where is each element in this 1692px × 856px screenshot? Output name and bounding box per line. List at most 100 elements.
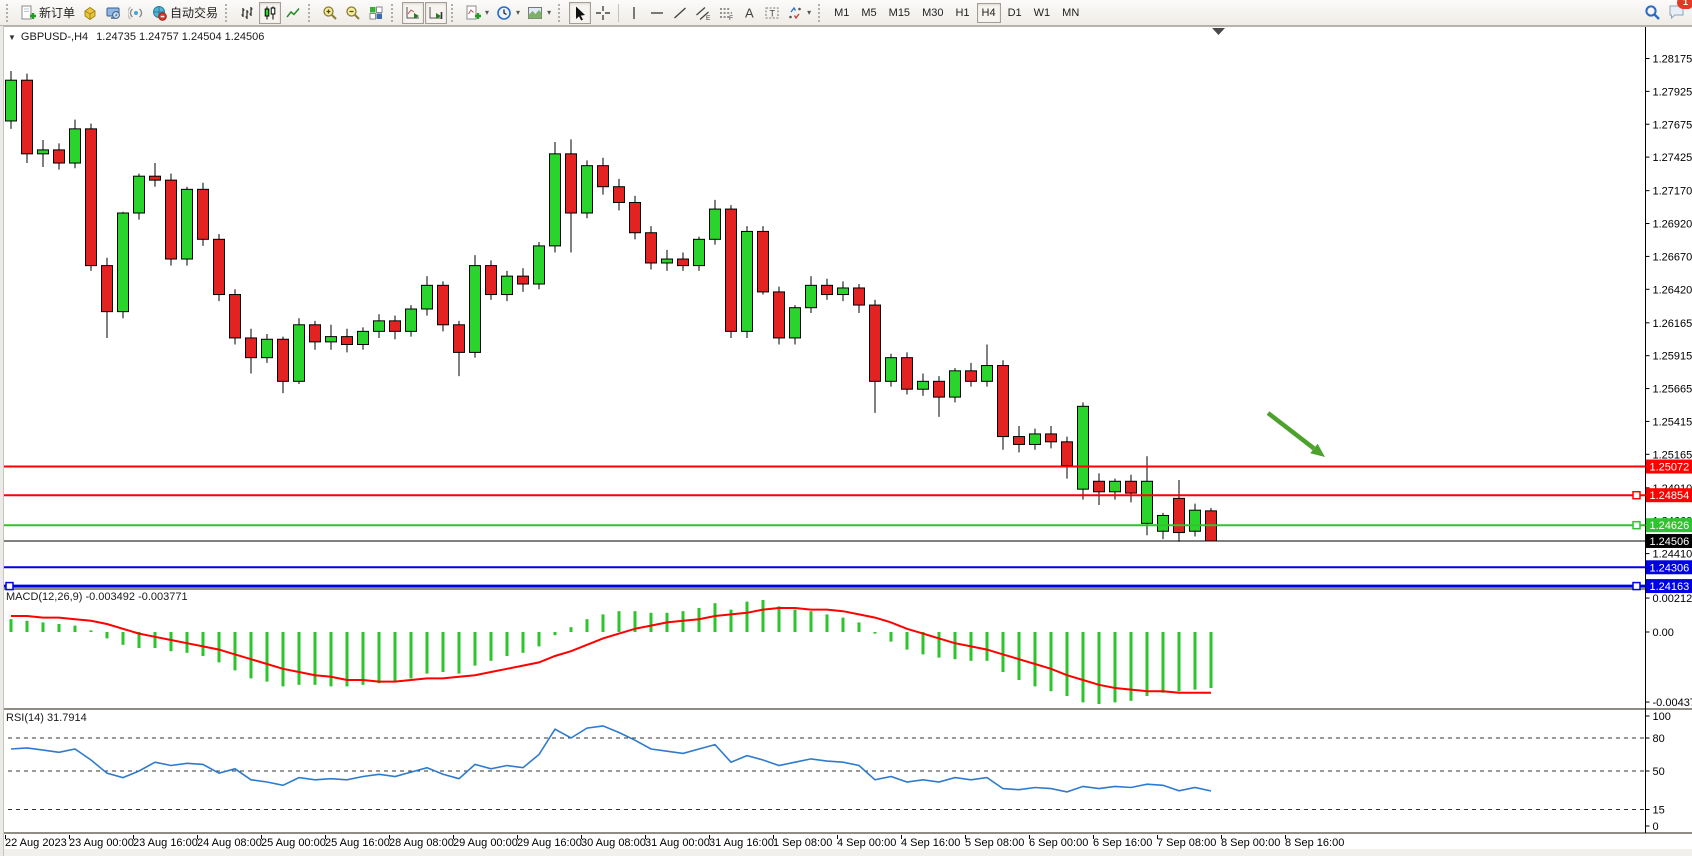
zoom-in-button[interactable]: [319, 2, 341, 24]
bear-candle: [54, 150, 65, 163]
horizontal-line-tool-button[interactable]: [646, 2, 668, 24]
time-axis-label: 1 Sep 08:00: [773, 837, 832, 849]
notification-badge[interactable]: 1: [1677, 0, 1692, 9]
macd-histogram-bar: [650, 613, 653, 632]
toolbar-grip[interactable]: [558, 4, 564, 22]
bear-candle: [1094, 481, 1105, 492]
crosshair-button[interactable]: [592, 2, 614, 24]
dropdown-caret[interactable]: ▾: [547, 8, 551, 17]
time-axis-label: 4 Sep 16:00: [901, 837, 960, 849]
periods-button[interactable]: ▾: [493, 2, 523, 24]
timeframe-button-h1[interactable]: H1: [950, 3, 974, 23]
toolbar-grip[interactable]: [451, 4, 457, 22]
timeframe-button-m1[interactable]: M1: [829, 3, 854, 23]
macd-histogram-bar: [842, 618, 845, 632]
horizontal-price-lines[interactable]: 1.250721.248541.246261.245061.243061.241…: [0, 460, 1692, 594]
macd-histogram-bar: [554, 632, 557, 635]
text-label-tool-button[interactable]: T: [761, 2, 783, 24]
bar-chart-button[interactable]: [236, 2, 258, 24]
cursor-button[interactable]: [569, 2, 591, 24]
bull-candle: [1078, 406, 1089, 489]
timeframe-button-h4[interactable]: H4: [977, 3, 1001, 23]
line-chart-button[interactable]: [282, 2, 304, 24]
macd-histogram-bar: [986, 632, 989, 661]
templates-button[interactable]: ▾: [524, 2, 554, 24]
main-toolbar: 新订单 自动交易 ▾ ▾ ▾ E F A: [0, 0, 1692, 26]
auto-scroll-button[interactable]: [402, 2, 424, 24]
arrows-tool-button[interactable]: ▾: [784, 2, 814, 24]
trading-platform-window: 新订单 自动交易 ▾ ▾ ▾ E F A: [0, 0, 1692, 856]
macd-histogram-bar: [346, 632, 349, 686]
timeframe-button-d1[interactable]: D1: [1003, 3, 1027, 23]
rsi-axis-label: 0: [1653, 821, 1659, 833]
rsi-axis-label: 15: [1653, 805, 1665, 817]
bull-candle: [582, 166, 593, 213]
macd-histogram-bar: [570, 627, 573, 632]
time-axis-label: 8 Sep 00:00: [1221, 837, 1280, 849]
virtual-hosting-button[interactable]: [102, 2, 124, 24]
bear-candle: [934, 381, 945, 397]
bear-candle: [1174, 498, 1185, 532]
bull-candle: [374, 321, 385, 332]
autotrading-label: 自动交易: [170, 4, 218, 21]
search-button[interactable]: [1641, 2, 1664, 24]
new-order-button[interactable]: 新订单: [17, 2, 78, 24]
price-axis-label: 1.24410: [1653, 549, 1692, 561]
timeframe-button-m30[interactable]: M30: [917, 3, 948, 23]
toolbar-grip[interactable]: [818, 4, 824, 22]
macd-histogram-bar: [1146, 632, 1149, 696]
macd-histogram-bar: [170, 632, 173, 651]
timeframe-button-w1[interactable]: W1: [1029, 3, 1056, 23]
timeframe-button-mn[interactable]: MN: [1057, 3, 1084, 23]
macd-histogram-bar: [1210, 632, 1213, 688]
text-tool-button[interactable]: A: [738, 2, 760, 24]
dropdown-caret[interactable]: ▾: [485, 8, 489, 17]
macd-histogram-bar: [1162, 632, 1165, 693]
bear-candle: [86, 129, 97, 266]
toolbar-grip[interactable]: [391, 4, 397, 22]
time-axis-label: 24 Aug 08:00: [197, 837, 262, 849]
equidistant-channel-tool-button[interactable]: E: [692, 2, 714, 24]
macd-histogram-bar: [874, 632, 877, 634]
trendline-tool-button[interactable]: [669, 2, 691, 24]
arrow-annotation[interactable]: [1268, 413, 1325, 457]
price-axis-label: 1.25415: [1653, 416, 1692, 428]
candlestick-chart-button[interactable]: [259, 2, 281, 24]
price-axis-label: 1.25915: [1653, 351, 1692, 363]
price-axis-label: 1.26670: [1653, 251, 1692, 263]
toolbar-grip[interactable]: [308, 4, 314, 22]
toolbar-grip[interactable]: [225, 4, 231, 22]
bear-candle: [822, 285, 833, 294]
bull-candle: [502, 276, 513, 294]
channel-icon: E: [695, 5, 711, 21]
fibonacci-tool-button[interactable]: F: [715, 2, 737, 24]
chart-shift-button[interactable]: [425, 2, 447, 24]
timeframe-button-m5[interactable]: M5: [856, 3, 881, 23]
window-left-border: [0, 26, 4, 856]
bull-candle: [38, 150, 49, 154]
bear-candle: [198, 189, 209, 239]
text-label-icon: T: [764, 5, 780, 21]
dropdown-caret[interactable]: ▾: [516, 8, 520, 17]
autotrading-button[interactable]: 自动交易: [148, 2, 221, 24]
svg-text:T: T: [770, 8, 776, 18]
zoom-out-button[interactable]: [342, 2, 364, 24]
chart-canvas[interactable]: 1.281751.279251.276751.274251.271701.269…: [0, 0, 1692, 856]
timeframe-button-m15[interactable]: M15: [884, 3, 915, 23]
signals-button[interactable]: [125, 2, 147, 24]
tile-windows-button[interactable]: [365, 2, 387, 24]
toolbar-grip[interactable]: [6, 4, 12, 22]
dropdown-caret[interactable]: ▾: [807, 8, 811, 17]
price-tag-label: 1.24163: [1650, 581, 1690, 593]
macd-histogram-bar: [106, 632, 109, 638]
bear-candle: [102, 266, 113, 312]
indicators-button[interactable]: ▾: [462, 2, 492, 24]
vertical-line-tool-button[interactable]: [623, 2, 645, 24]
history-center-button[interactable]: [79, 2, 101, 24]
macd-signal-line: [11, 608, 1211, 693]
bear-candle: [230, 295, 241, 338]
chart-shift-marker[interactable]: [1212, 28, 1225, 35]
macd-histogram-bar: [890, 632, 893, 642]
chart-dropdown-icon[interactable]: ▼: [8, 33, 16, 42]
time-axis-label: 25 Aug 16:00: [325, 837, 390, 849]
